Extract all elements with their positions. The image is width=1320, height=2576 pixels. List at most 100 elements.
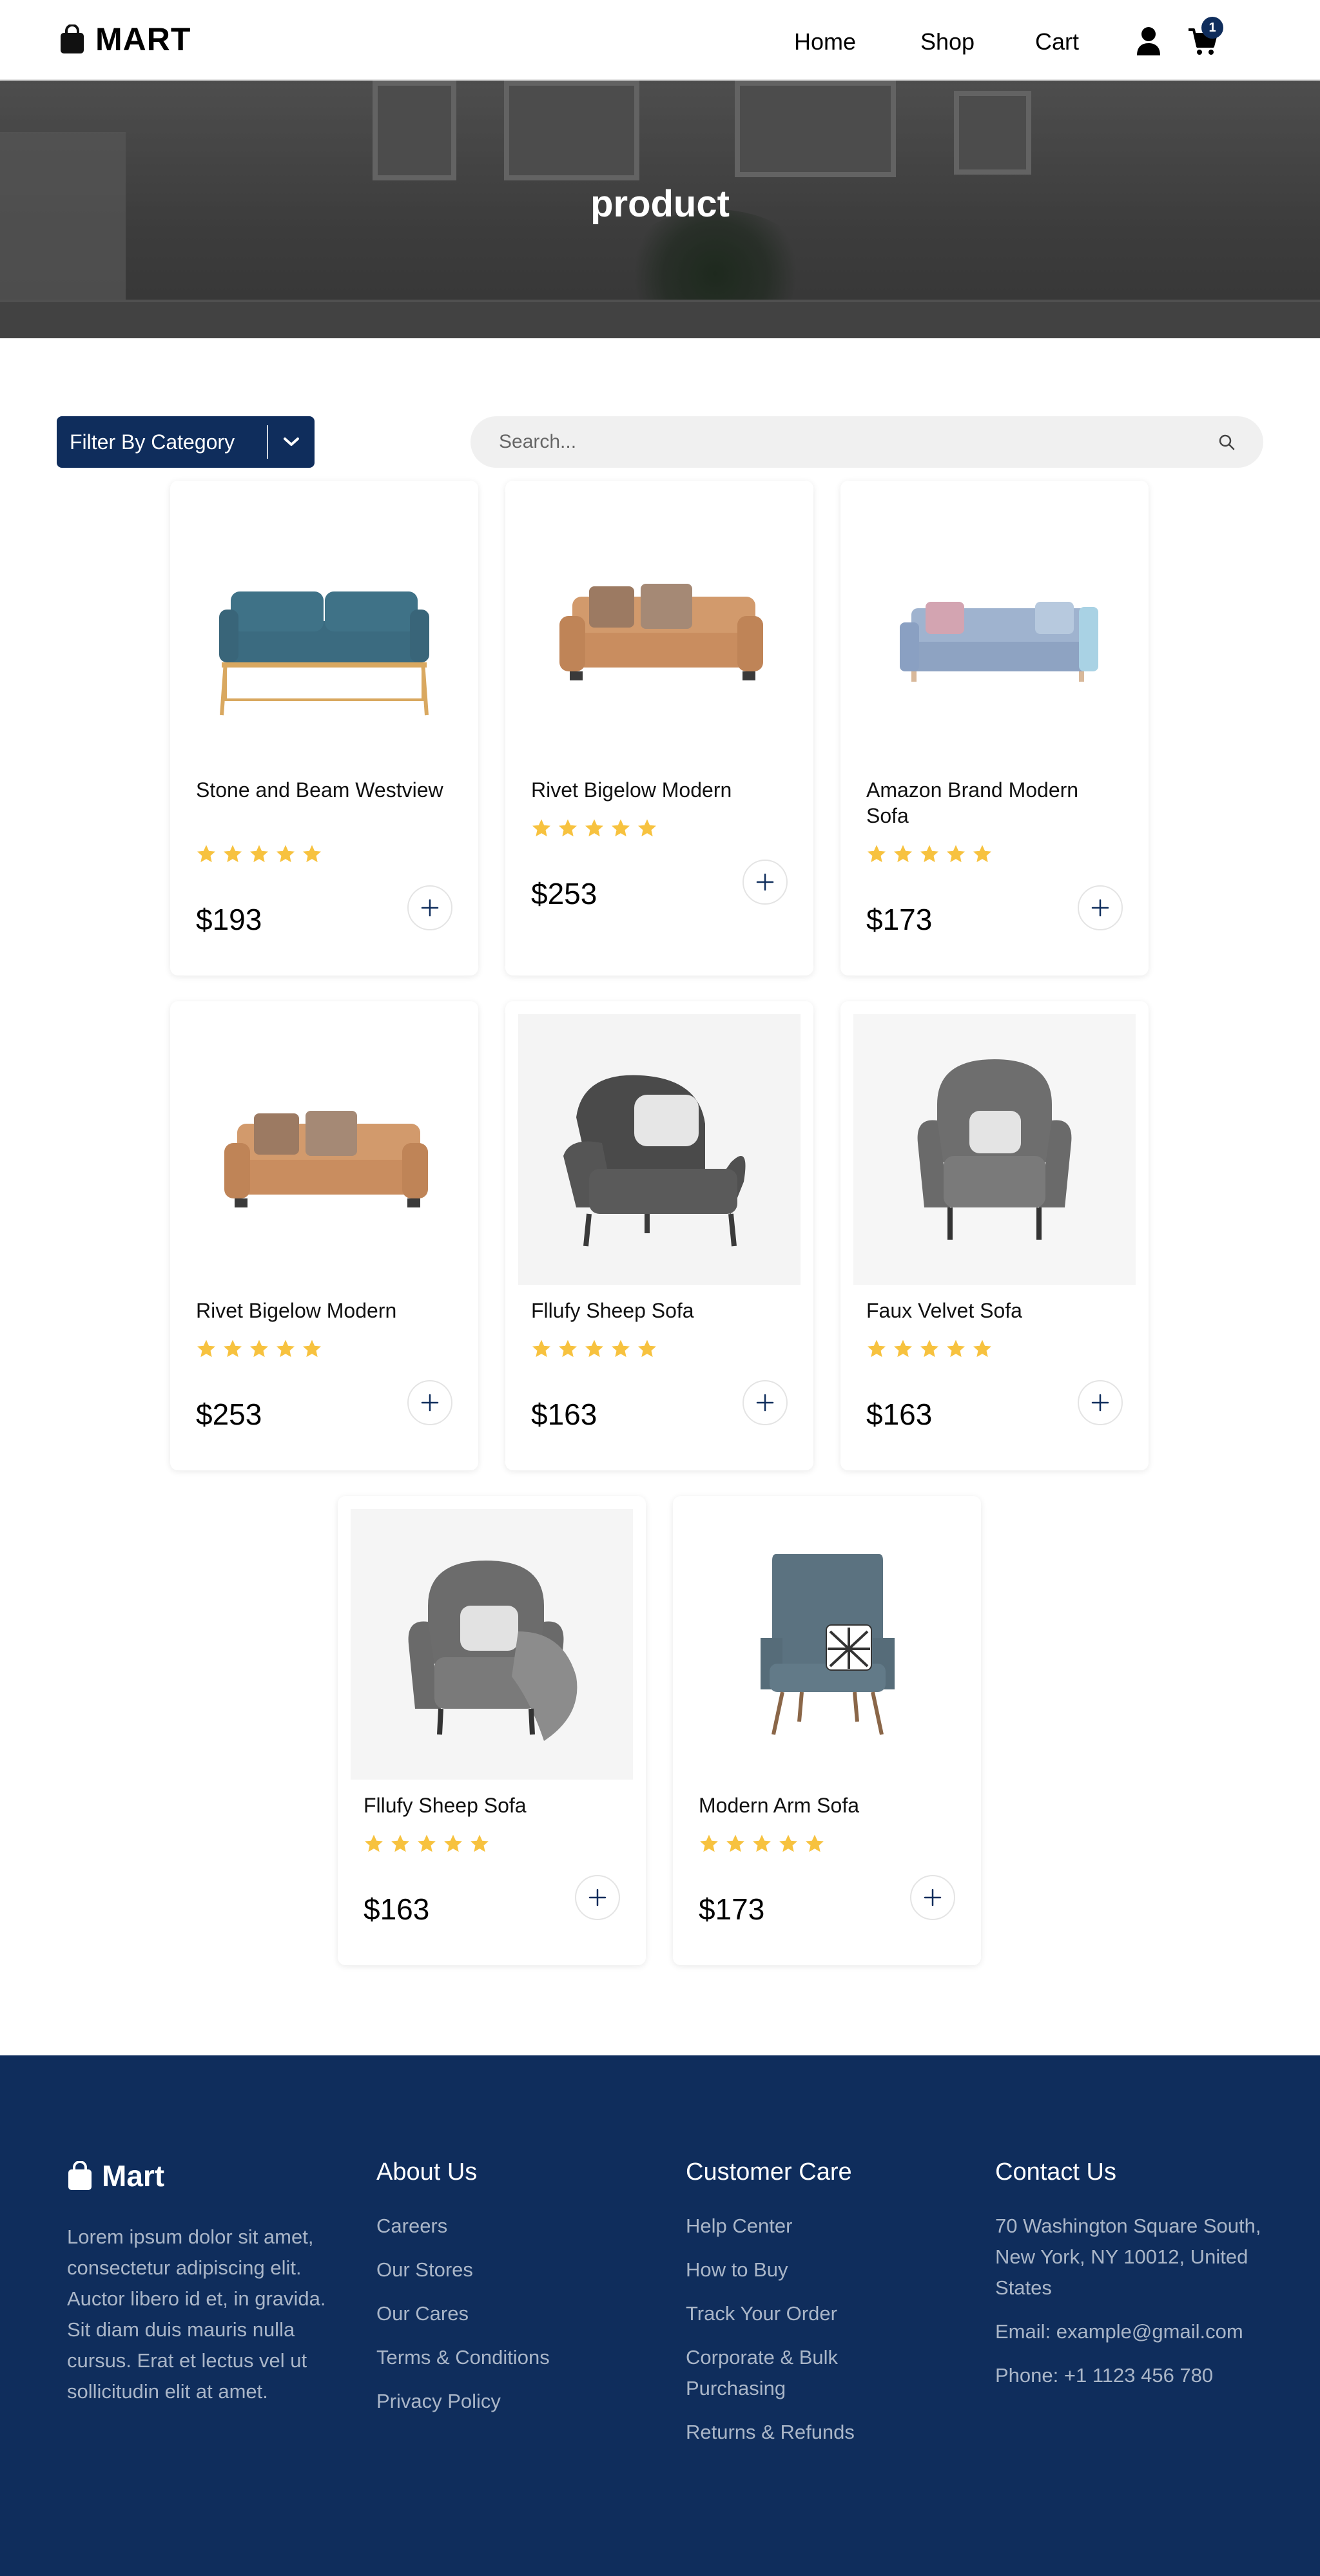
footer-link-privacy[interactable]: Privacy Policy — [376, 2386, 647, 2417]
add-to-cart-button[interactable] — [407, 1380, 452, 1425]
product-price: $163 — [364, 1892, 430, 1926]
footer-link-returns[interactable]: Returns & Refunds — [686, 2417, 905, 2448]
product-card[interactable]: Fllufy Sheep Sofa $163 — [338, 1496, 646, 1965]
star-icon — [444, 1834, 462, 1852]
footer-contact-title: Contact Us — [995, 2158, 1116, 2186]
product-card[interactable]: Modern Arm Sofa $173 — [673, 1496, 981, 1965]
footer-link-corporate[interactable]: Corporate & Bulk Purchasing — [686, 2342, 905, 2404]
nav-cart[interactable]: Cart — [1035, 28, 1079, 55]
product-name: Fllufy Sheep Sofa — [364, 1794, 527, 1817]
star-icon — [920, 845, 938, 863]
star-icon — [224, 845, 242, 863]
star-icon — [471, 1834, 489, 1852]
plus-icon — [421, 1394, 439, 1412]
product-price: $173 — [699, 1892, 765, 1926]
footer-address: 70 Washington Square South, New York, NY… — [995, 2215, 1261, 2299]
product-price: $253 — [531, 877, 597, 910]
star-icon — [700, 1834, 718, 1852]
footer-link-our-cares[interactable]: Our Cares — [376, 2298, 647, 2329]
rating-stars — [699, 1834, 825, 1854]
product-card[interactable]: Faux Velvet Sofa $163 — [840, 1001, 1149, 1470]
brand-name: MART — [95, 21, 191, 57]
product-image — [853, 1014, 1136, 1285]
add-to-cart-button[interactable] — [742, 860, 788, 905]
star-icon — [779, 1834, 797, 1852]
product-card[interactable]: Amazon Brand Modern Sofa $173 — [840, 481, 1149, 976]
add-to-cart-button[interactable] — [742, 1380, 788, 1425]
shopping-bag-icon — [68, 2161, 92, 2190]
star-icon — [638, 819, 656, 837]
add-to-cart-button[interactable] — [575, 1875, 620, 1920]
rating-stars — [866, 844, 993, 864]
product-name: Rivet Bigelow Modern — [196, 1299, 397, 1322]
filter-divider — [267, 425, 268, 459]
star-icon — [973, 1340, 991, 1358]
product-card[interactable]: Stone and Beam Westview $193 — [170, 481, 478, 976]
rating-stars — [531, 1339, 657, 1359]
star-icon — [532, 1340, 550, 1358]
footer-link-track-order[interactable]: Track Your Order — [686, 2298, 905, 2329]
star-icon — [868, 1340, 886, 1358]
product-card[interactable]: Rivet Bigelow Modern $253 — [170, 1001, 478, 1470]
product-card[interactable]: Rivet Bigelow Modern $253 — [505, 481, 813, 976]
search-input[interactable] — [499, 431, 1218, 453]
star-icon — [753, 1834, 771, 1852]
product-image — [219, 591, 429, 716]
chevron-down-icon[interactable] — [268, 437, 315, 447]
add-to-cart-button[interactable] — [910, 1875, 955, 1920]
star-icon — [365, 1834, 383, 1852]
add-to-cart-button[interactable] — [407, 885, 452, 930]
star-icon — [947, 845, 965, 863]
footer-link-help-center[interactable]: Help Center — [686, 2211, 905, 2242]
product-image — [351, 1509, 633, 1780]
footer-email: Email: example@gmail.com — [995, 2320, 1243, 2343]
add-to-cart-button[interactable] — [1078, 885, 1123, 930]
product-card[interactable]: Fllufy Sheep Sofa $163 — [505, 1001, 813, 1470]
rating-stars — [364, 1834, 490, 1854]
footer-contact-column: Contact Us 70 Washington Square South, N… — [995, 2158, 1266, 2404]
star-icon — [277, 845, 295, 863]
star-icon — [303, 1340, 321, 1358]
plus-icon — [1091, 899, 1109, 917]
footer-phone: Phone: +1 1123 456 780 — [995, 2364, 1214, 2387]
product-price: $173 — [866, 903, 933, 936]
footer-care-column: Customer Care Help Center How to Buy Tra… — [686, 2158, 905, 2461]
star-icon — [585, 819, 603, 837]
footer-about-column: About Us Careers Our Stores Our Cares Te… — [376, 2158, 647, 2430]
search-icon[interactable] — [1218, 434, 1235, 450]
footer-brand-name: Mart — [102, 2159, 165, 2193]
star-icon — [250, 845, 268, 863]
footer-link-careers[interactable]: Careers — [376, 2211, 647, 2242]
plus-icon — [421, 899, 439, 917]
user-icon[interactable] — [1136, 26, 1161, 57]
footer-brand[interactable]: Mart — [67, 2158, 164, 2193]
star-icon — [532, 819, 550, 837]
shopping-bag-icon — [61, 24, 84, 53]
brand-logo[interactable]: MART — [59, 21, 191, 58]
filter-by-category-select[interactable]: Filter By Category — [57, 416, 315, 468]
footer-link-our-stores[interactable]: Our Stores — [376, 2254, 647, 2285]
hero-banner: product — [0, 81, 1320, 338]
star-icon — [894, 845, 912, 863]
star-icon — [973, 845, 991, 863]
product-price: $163 — [866, 1398, 933, 1431]
product-price: $253 — [196, 1398, 262, 1431]
footer-link-how-to-buy[interactable]: How to Buy — [686, 2254, 905, 2285]
rating-stars — [196, 1339, 322, 1359]
star-icon — [806, 1834, 824, 1852]
add-to-cart-button[interactable] — [1078, 1380, 1123, 1425]
product-image — [559, 584, 763, 680]
product-image — [518, 1014, 801, 1285]
product-name: Faux Velvet Sofa — [866, 1299, 1022, 1322]
star-icon — [418, 1834, 436, 1852]
nav-home[interactable]: Home — [794, 28, 856, 55]
product-image — [900, 602, 1098, 682]
nav-shop[interactable]: Shop — [920, 28, 975, 55]
footer-care-title: Customer Care — [686, 2158, 852, 2186]
star-icon — [868, 845, 886, 863]
star-icon — [391, 1834, 409, 1852]
plus-icon — [1091, 1394, 1109, 1412]
star-icon — [303, 845, 321, 863]
nav-icons: 1 — [1136, 17, 1226, 59]
footer-link-terms[interactable]: Terms & Conditions — [376, 2342, 647, 2373]
